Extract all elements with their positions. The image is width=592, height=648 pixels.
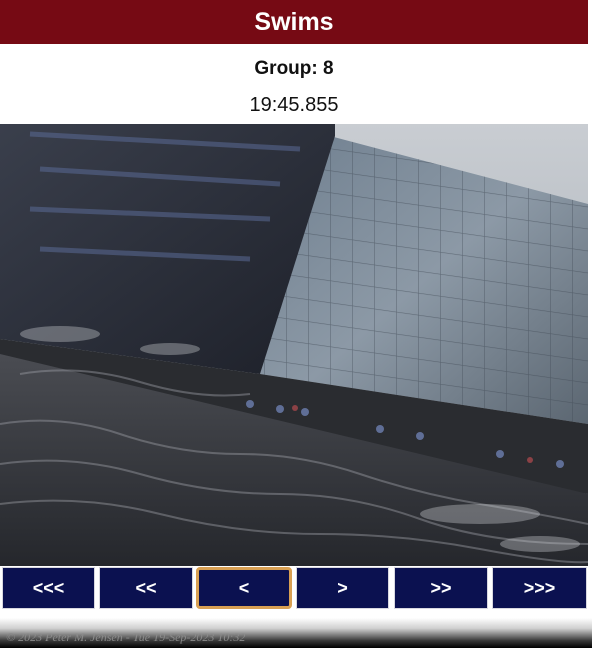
page-header: Swims [0,0,588,44]
swim-photo-image [0,124,588,566]
swim-photo [0,124,588,566]
group-label: Group: 8 [254,58,334,79]
previous-button[interactable]: < [196,567,292,609]
next-button[interactable]: > [296,567,389,609]
first-button[interactable]: <<< [2,567,95,609]
last-button[interactable]: >>> [492,567,587,609]
footer: © 2023 Peter M. Jensen - Tue 19-Sep-2023… [0,618,592,648]
back-far-button[interactable]: << [99,567,193,609]
forward-far-button[interactable]: >> [394,567,488,609]
page-title: Swims [254,7,334,36]
swims-page: Swims Group: 8 19:45.855 <<< << < > >> >… [0,0,592,648]
time-label: 19:45.855 [249,94,339,116]
navigation-bar: <<< << < > >> >>> [0,567,592,611]
footer-copyright: © 2023 Peter M. Jensen - Tue 19-Sep-2023… [6,630,246,644]
